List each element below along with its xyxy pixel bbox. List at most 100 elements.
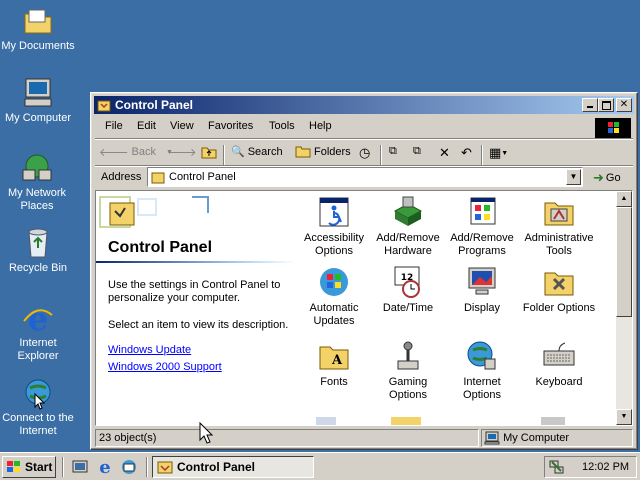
cp-folder-options[interactable]: Folder Options <box>520 265 598 315</box>
clock[interactable]: 12:02 PM <box>582 461 629 473</box>
search-button[interactable]: 🔍 Search <box>231 145 283 159</box>
go-button[interactable]: ➜ Go <box>593 170 621 186</box>
folders-icon <box>295 146 311 158</box>
move-to-button[interactable]: ⧉ <box>389 145 397 158</box>
views-button[interactable]: ▦ ▼ <box>489 145 508 161</box>
start-button[interactable]: Start <box>2 456 56 478</box>
windows-flag-icon <box>608 122 619 133</box>
desktop-icon-my-documents[interactable]: My Documents <box>0 4 76 53</box>
cp-add-remove-hardware[interactable]: Add/Remove Hardware <box>372 195 444 258</box>
cp-automatic-updates[interactable]: Automatic Updates <box>298 265 370 328</box>
copy-to-button[interactable]: ⧉ <box>413 145 421 158</box>
address-value: Control Panel <box>169 171 236 183</box>
quicklaunch-internet-explorer[interactable]: e <box>96 457 114 478</box>
accessibility-icon <box>319 197 349 227</box>
address-input[interactable]: Control Panel ▼ <box>147 167 583 187</box>
cp-keyboard[interactable]: Keyboard <box>520 339 598 389</box>
cp-gaming-options[interactable]: Gaming Options <box>372 339 444 402</box>
desktop-icon-label: Connect to the Internet <box>2 412 74 437</box>
menu-tools[interactable]: Tools <box>269 120 295 132</box>
undo-icon: ↶ <box>461 145 472 160</box>
forward-arrow-icon: 🡒 <box>167 147 197 159</box>
globe-icon <box>467 341 496 370</box>
cp-item-label: Internet Options <box>463 376 501 401</box>
taskbar-control-panel-button[interactable]: Control Panel <box>152 456 314 478</box>
menu-help[interactable]: Help <box>309 120 332 132</box>
up-button[interactable] <box>201 145 217 159</box>
cp-internet-options[interactable]: Internet Options <box>446 339 518 402</box>
cp-administrative-tools[interactable]: Administrative Tools <box>520 195 598 258</box>
info-pane-title: Control Panel <box>108 239 213 256</box>
cp-item-label: Gaming Options <box>388 376 428 401</box>
minimize-button[interactable] <box>582 98 598 112</box>
desktop-icon-label: Internet Explorer <box>17 337 59 362</box>
history-icon: ◷ <box>359 145 371 160</box>
admin-tools-icon <box>544 202 574 226</box>
menu-view[interactable]: View <box>170 120 194 132</box>
keyboard-icon <box>543 342 575 366</box>
internet-explorer-icon: e <box>23 301 53 335</box>
history-button[interactable]: ◷ <box>359 145 370 161</box>
cp-item-label: Keyboard <box>535 376 583 388</box>
desktop-icon-label: Recycle Bin <box>8 262 68 274</box>
cp-display[interactable]: Display <box>446 265 518 315</box>
maximize-button[interactable] <box>598 98 614 112</box>
add-programs-icon <box>470 197 496 225</box>
link-windows-update[interactable]: Windows Update <box>108 344 191 356</box>
scroll-up-icon: ▲ <box>620 195 628 202</box>
link-windows-2000-support[interactable]: Windows 2000 Support <box>108 361 222 373</box>
back-button[interactable]: 🡐 Back ▼ <box>99 145 173 159</box>
desktop-icon-my-computer[interactable]: My Computer <box>0 76 76 125</box>
cp-item-label: Date/Time <box>382 302 434 314</box>
windows-update-icon <box>320 268 348 296</box>
delete-button[interactable]: ✕ <box>439 145 450 161</box>
desktop-icon-my-network-places[interactable]: My Network Places <box>0 151 74 213</box>
undo-button[interactable]: ↶ <box>461 145 472 161</box>
svg-text:e: e <box>99 457 110 475</box>
delete-icon: ✕ <box>439 145 450 160</box>
toolbar-separator <box>481 145 483 165</box>
cp-item-label: Fonts <box>320 376 348 388</box>
close-button[interactable]: ✕ <box>616 98 632 112</box>
status-zone-label: My Computer <box>503 432 570 444</box>
fonts-folder-icon: A <box>319 346 349 370</box>
views-icon: ▦ <box>489 145 502 160</box>
quicklaunch-show-desktop[interactable] <box>72 459 88 478</box>
cp-item-label: Accessibility Options <box>304 232 364 257</box>
go-label: Go <box>605 172 621 184</box>
cp-item-label: Display <box>463 302 501 314</box>
desktop-icon-internet-explorer[interactable]: e Internet Explorer <box>0 301 76 363</box>
mouse-cursor-icon <box>199 422 213 444</box>
cp-add-remove-programs[interactable]: Add/Remove Programs <box>446 195 518 258</box>
cp-accessibility-options[interactable]: Accessibility Options <box>298 195 370 258</box>
scroll-down-button[interactable]: ▼ <box>616 409 632 425</box>
cp-fonts[interactable]: A Fonts <box>298 339 370 389</box>
vertical-scrollbar[interactable]: ▲ ▼ <box>616 191 632 425</box>
title-bar[interactable]: Control Panel ✕ <box>94 96 634 114</box>
address-bar: Address Control Panel ▼ ➜ Go <box>95 167 633 189</box>
menu-favorites[interactable]: Favorites <box>208 120 253 132</box>
scroll-up-button[interactable]: ▲ <box>616 191 632 207</box>
menu-file[interactable]: File <box>105 120 123 132</box>
maximize-icon <box>601 101 611 110</box>
add-hardware-icon <box>393 196 423 226</box>
address-dropdown-button[interactable]: ▼ <box>566 169 581 185</box>
scroll-thumb[interactable] <box>616 207 632 317</box>
quicklaunch-separator <box>62 457 64 477</box>
quicklaunch-outlook-express[interactable] <box>120 458 138 479</box>
joystick-icon <box>397 341 419 370</box>
desktop-icon-connect-internet[interactable]: Connect to the Internet <box>0 376 76 438</box>
info-pane-instruction: Select an item to view its description. <box>108 319 289 331</box>
cp-item-label: Add/Remove Programs <box>450 232 514 257</box>
desktop-icon-recycle-bin[interactable]: Recycle Bin <box>0 226 76 275</box>
network-tray-icon[interactable] <box>549 459 565 475</box>
folders-button[interactable]: Folders <box>295 145 351 159</box>
close-icon: ✕ <box>619 99 629 110</box>
calendar-clock-icon: 12 <box>394 266 420 298</box>
cp-date-time[interactable]: 12 Date/Time <box>372 265 444 315</box>
folder-up-icon <box>201 147 217 159</box>
menu-edit[interactable]: Edit <box>137 120 156 132</box>
minimize-icon <box>587 106 593 108</box>
cp-item-partial <box>541 417 565 425</box>
taskbar: Start e Control Panel 12:02 PM <box>0 452 640 480</box>
